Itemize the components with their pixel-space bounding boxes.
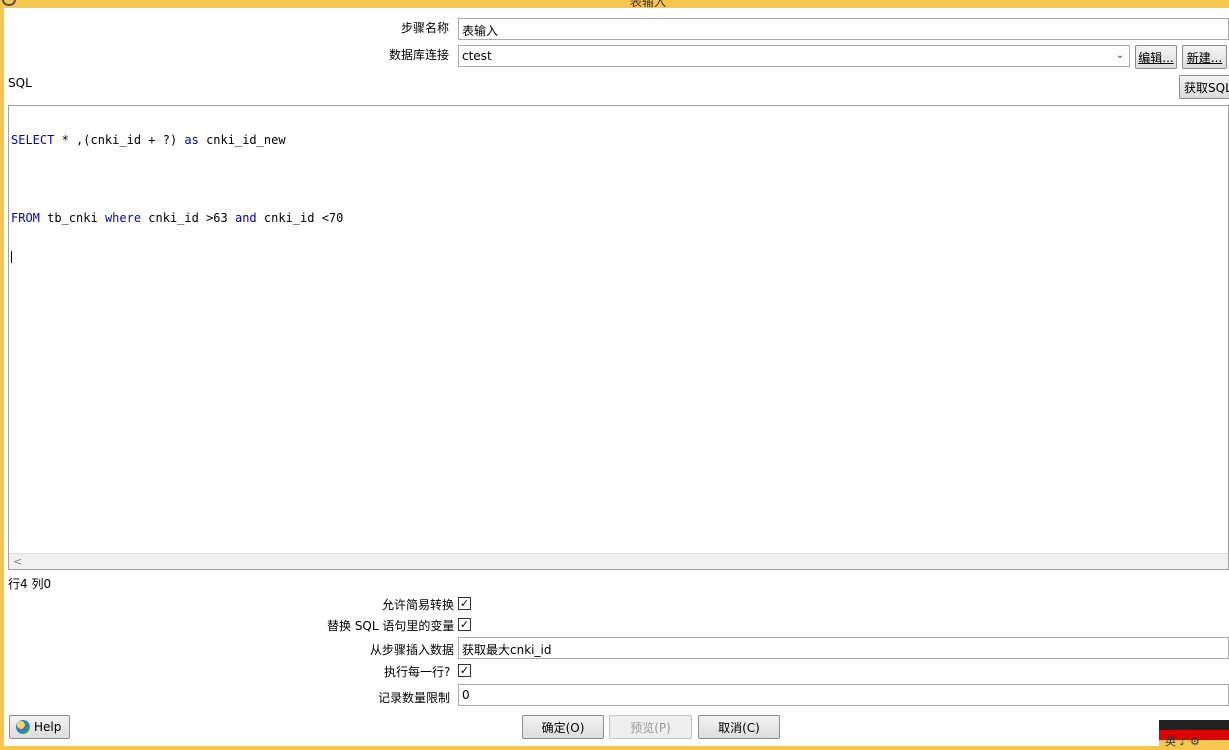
keyword-and: and bbox=[234, 211, 257, 225]
lazy-conversion-label: 允许简易转换 bbox=[382, 598, 455, 612]
sql-line-1: SELECT * ,(cnki_id + ?) as cnki_id_new bbox=[11, 134, 343, 147]
new-connection-label: 新建... bbox=[1186, 50, 1223, 65]
step-name-input[interactable]: 表输入 bbox=[458, 18, 1229, 40]
code-text: cnki_id >63 bbox=[141, 211, 235, 225]
sql-line-blank bbox=[11, 173, 343, 186]
limit-input[interactable]: 0 bbox=[458, 684, 1229, 706]
sql-line-2: FROM tb_cnki where cnki_id >63 and cnki_… bbox=[11, 212, 343, 225]
window-title: 表输入 bbox=[630, 0, 667, 8]
code-text: tb_cnki bbox=[39, 211, 105, 225]
edit-connection-button[interactable]: 编辑... bbox=[1135, 45, 1177, 69]
tray-icons[interactable]: 英 ♪ ⚙ bbox=[1165, 733, 1200, 749]
keyword-as: as bbox=[184, 133, 199, 147]
keyword-from: FROM bbox=[11, 211, 40, 225]
ok-label: 确定(O) bbox=[541, 720, 585, 735]
sql-editor[interactable]: SELECT * ,(cnki_id + ?) as cnki_id_new F… bbox=[8, 105, 1229, 570]
sql-line-4 bbox=[11, 251, 343, 264]
keyword-where: where bbox=[104, 211, 142, 225]
table-input-dialog: 步骤名称 表输入 数据库连接 ctest ⌄ 编辑... 新建... SQL 获… bbox=[4, 8, 1229, 746]
insert-from-step-select[interactable]: 获取最大cnki_id bbox=[458, 637, 1229, 659]
cancel-label: 取消(C) bbox=[718, 720, 760, 735]
get-sql-label: 获取SQL bbox=[1184, 80, 1229, 95]
step-name-label: 步骤名称 bbox=[401, 21, 450, 35]
cancel-button[interactable]: 取消(C) bbox=[698, 715, 780, 739]
db-connection-value: ctest bbox=[462, 49, 492, 63]
code-text: cnki_id_new bbox=[198, 133, 286, 147]
get-sql-button[interactable]: 获取SQL bbox=[1179, 75, 1229, 99]
edit-connection-label: 编辑... bbox=[1138, 50, 1174, 65]
db-connection-select[interactable]: ctest ⌄ bbox=[458, 45, 1130, 67]
preview-button[interactable]: 预览(P) bbox=[609, 715, 692, 739]
text-caret bbox=[11, 251, 12, 263]
ok-button[interactable]: 确定(O) bbox=[522, 715, 604, 739]
execute-each-row-checkbox[interactable]: ✓ bbox=[458, 664, 471, 677]
execute-each-row-label: 执行每一行? bbox=[384, 665, 451, 679]
help-button[interactable]: Help bbox=[9, 715, 70, 739]
sql-label: SQL bbox=[8, 76, 32, 90]
chevron-down-icon[interactable]: ⌄ bbox=[1113, 49, 1127, 63]
preview-label: 预览(P) bbox=[630, 720, 671, 735]
keyword-select: SELECT bbox=[11, 133, 55, 147]
cursor-position-status: 行4 列0 bbox=[8, 577, 52, 591]
title-bar: 表输入 bbox=[0, 0, 1229, 8]
limit-label: 记录数量限制 bbox=[378, 691, 451, 705]
new-connection-button[interactable]: 新建... bbox=[1182, 45, 1227, 69]
horizontal-scrollbar[interactable]: < bbox=[9, 553, 1228, 569]
scroll-left-icon[interactable]: < bbox=[13, 555, 22, 568]
taskbar-tray: 英 ♪ ⚙ bbox=[1159, 720, 1229, 750]
help-label: Help bbox=[34, 720, 62, 734]
help-icon bbox=[16, 720, 30, 734]
db-connection-label: 数据库连接 bbox=[389, 48, 450, 62]
replace-variables-checkbox[interactable]: ✓ bbox=[458, 618, 471, 631]
replace-variables-label: 替换 SQL 语句里的变量 bbox=[327, 619, 455, 633]
code-text: * ,(cnki_id + ?) bbox=[54, 133, 185, 147]
lazy-conversion-checkbox[interactable]: ✓ bbox=[458, 597, 471, 610]
sql-code[interactable]: SELECT * ,(cnki_id + ?) as cnki_id_new F… bbox=[11, 108, 343, 290]
app-icon bbox=[2, 0, 16, 6]
insert-from-step-label: 从步骤插入数据 bbox=[370, 643, 455, 657]
code-text: cnki_id <70 bbox=[256, 211, 344, 225]
